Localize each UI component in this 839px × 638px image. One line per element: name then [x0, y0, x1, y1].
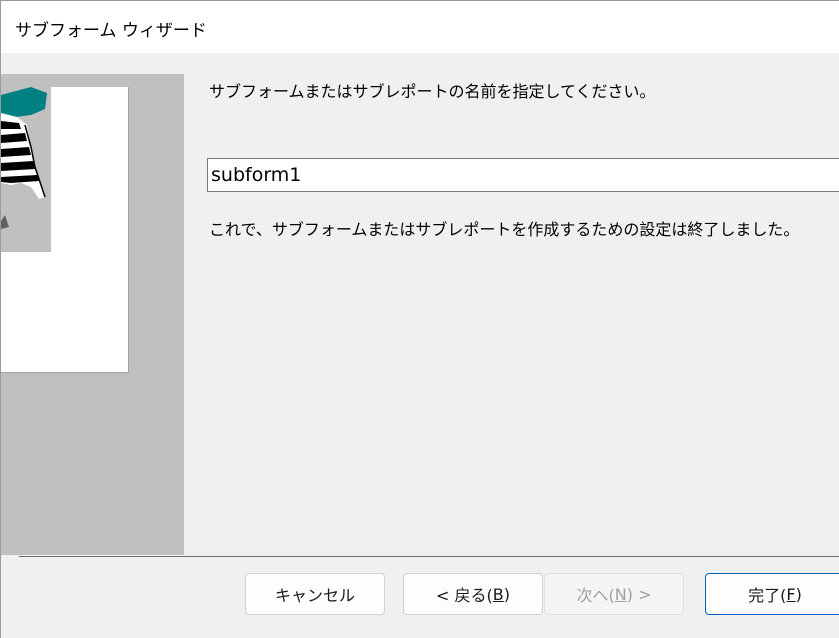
finish-button-prefix: 完了( — [748, 586, 787, 605]
button-separator — [19, 556, 839, 557]
back-button-prefix: < 戻る( — [436, 586, 493, 605]
back-button-accesskey: B — [492, 584, 504, 604]
next-button-accesskey: N — [614, 584, 627, 604]
wizard-illustration-icon — [1, 87, 51, 252]
wizard-image-panel — [1, 74, 184, 555]
finish-button[interactable]: 完了(F) — [705, 573, 839, 615]
cancel-button-label: キャンセル — [274, 586, 355, 605]
finish-button-accesskey: F — [786, 584, 796, 604]
next-button[interactable]: 次へ(N) > — [544, 573, 684, 615]
title-bar: サブフォーム ウィザード — [1, 1, 839, 53]
finish-button-suffix: ) — [795, 584, 802, 604]
next-button-suffix: ) > — [626, 584, 652, 604]
subform-wizard-dialog: サブフォーム ウィザード サブフォームまたはサブレポートの名前を指定してください… — [0, 0, 839, 638]
back-button[interactable]: < 戻る(B) — [403, 573, 543, 615]
subform-name-input[interactable] — [207, 158, 839, 192]
cancel-button[interactable]: キャンセル — [245, 573, 385, 615]
finish-message: これで、サブフォームまたはサブレポートを作成するための設定は終了しました。 — [209, 220, 800, 239]
window-title: サブフォーム ウィザード — [15, 21, 207, 41]
next-button-prefix: 次へ( — [576, 586, 615, 605]
back-button-suffix: ) — [503, 584, 510, 604]
instruction-text: サブフォームまたはサブレポートの名前を指定してください。 — [209, 82, 656, 101]
